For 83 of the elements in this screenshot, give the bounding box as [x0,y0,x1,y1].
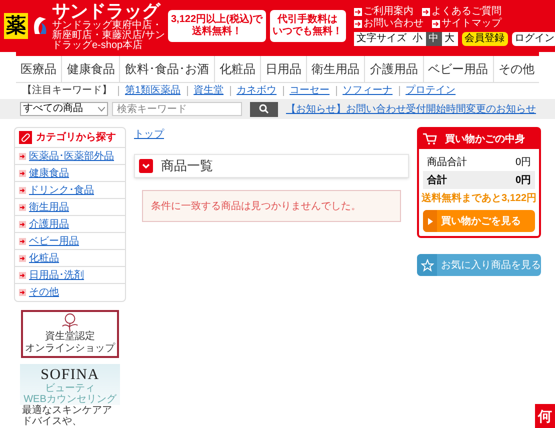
arrow-icon [19,186,26,194]
nav-tab[interactable]: 医療品 [16,56,62,82]
page-heading: 商品一覧 [161,157,213,176]
badge-text: 資生堂認定 [45,331,95,343]
keyword-link[interactable]: 資生堂 [194,86,224,96]
star-icon [420,258,434,272]
summary-value: 0円 [515,174,531,188]
keyword-link[interactable]: プロテイン [406,86,456,96]
nav-tab[interactable]: 日用品 [260,56,306,82]
nav-tab[interactable]: ベビー用品 [422,56,493,82]
nav-tab[interactable]: 衛生用品 [306,56,364,82]
header-link[interactable]: サイトマップ [432,18,502,30]
category-link[interactable]: 医薬品･医薬部外品 [15,148,125,165]
arrow-icon [432,20,440,28]
arrow-icon [19,272,26,278]
breadcrumb-link[interactable]: トップ [134,127,164,142]
logo-icon [32,16,48,36]
header-link[interactable]: お問い合わせ [354,18,424,30]
category-link[interactable]: ベビー用品 [15,233,125,250]
arrow-icon [354,8,362,16]
shipping-note: 送料無料まであと3,122円 [421,192,537,206]
capsule-icon [19,131,32,144]
text-size-label: 文字サイズ [356,32,408,46]
keyword-link[interactable]: カネボウ [236,86,277,96]
text-size-option[interactable]: 中 [426,32,442,46]
keyword-link[interactable]: ソフィーナ [342,86,393,96]
arrow-icon [19,238,26,244]
play-icon [428,218,432,224]
badge-text: オンラインショップ [25,343,115,355]
panel-title: カテゴリから探す [36,130,116,145]
nav-tab[interactable]: 介護用品 [364,56,423,82]
banner-text: 最適なスキンケアアドバイスや、 [20,405,120,427]
category-select[interactable]: すべての商品 [20,102,108,116]
alert-message: 条件に一致する商品は見つかりませんでした。 [151,200,361,214]
search-field[interactable]: 検索キーワード [112,102,242,116]
logo-subtitle: サンドラッグ東府中店・新座町店・東藤沢店/サンドラッグe-shop本店 [52,20,166,50]
summary-value: 0円 [515,156,531,170]
search-button[interactable] [250,102,278,116]
summary-label: 商品合計 [427,156,467,170]
promo-text: 3,122円以上(税込)で [171,14,263,26]
arrow-icon [354,20,362,28]
header-link[interactable]: よくあるご質問 [422,6,502,18]
logo-mark: 薬 [4,13,28,39]
category-link[interactable]: 日用品･洗剤 [15,267,125,284]
banner-subtitle: WEBカウンセリング [24,394,116,405]
promo-text: 代引手数料は [278,14,338,26]
login-button[interactable]: ログイン [512,32,555,46]
category-link[interactable]: ドリンク･食品 [15,182,125,199]
summary-label: 合計 [427,174,447,188]
banner-subtitle: ビューティ [45,383,95,394]
cart-icon [423,133,437,145]
arrow-icon [19,152,26,160]
arrow-icon [19,254,26,262]
category-link[interactable]: 化粧品 [15,250,125,267]
brand-name: SOFINA [40,368,100,383]
search-icon [259,104,269,114]
cart-title: 買い物かごの中身 [445,132,525,146]
nav-tab[interactable]: 化粧品 [214,56,260,82]
promo-text: 送料無料！ [192,26,242,38]
logo-text: サンドラッグ [52,2,162,20]
notice-link[interactable]: 【お知らせ】お問い合わせ受付開始時間変更のお知らせ [286,102,536,116]
arrow-icon [19,289,26,296]
arrow-icon [422,8,430,16]
header-link[interactable]: ご利用案内 [354,6,414,18]
category-link[interactable]: 介護用品 [15,216,125,233]
caret-icon [98,106,105,112]
category-link[interactable]: その他 [15,284,125,301]
arrow-icon [19,220,26,228]
keyword-link[interactable]: コーセー [290,86,330,96]
nav-tab[interactable]: 健康食品 [61,56,120,82]
chat-button[interactable]: 何 [535,404,555,428]
promo-text: いつでも無料！ [272,26,343,38]
nav-tab[interactable]: その他 [492,56,539,82]
arrow-icon [19,170,26,176]
beauty-banner[interactable]: SOFINA ビューティ WEBカウンセリング 最適なスキンケアアドバイスや、 [20,364,120,427]
category-link[interactable]: 健康食品 [15,165,125,182]
chevron-down-icon [139,159,153,173]
category-link[interactable]: 衛生用品 [15,199,125,216]
nav-tab[interactable]: 飲料･食品･お酒 [119,56,214,82]
register-button[interactable]: 会員登録 [462,32,508,46]
keyword-label: 【注目キーワード】 [22,86,112,96]
arrow-icon [19,204,26,210]
keyword-link[interactable]: 第1類医薬品 [125,86,181,96]
